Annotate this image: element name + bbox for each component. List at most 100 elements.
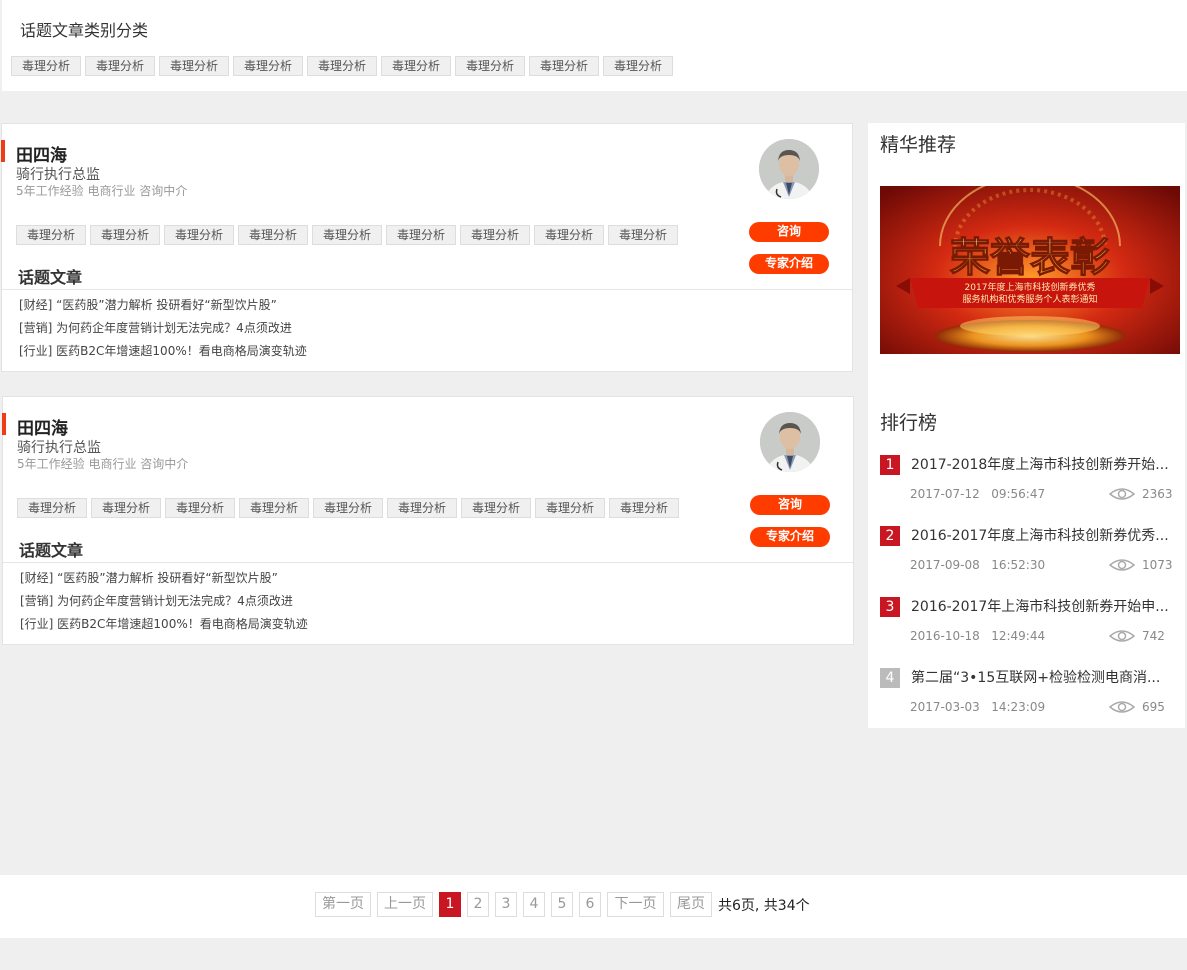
articles-section-title: 话题文章 [18,268,83,287]
category-tag[interactable]: 毒理分析 [307,56,377,76]
expert-tag[interactable]: 毒理分析 [238,225,308,245]
expert-tag[interactable]: 毒理分析 [609,498,679,518]
article-link[interactable]: [行业] 医药B2C年增速超100%！看电商格局演变轨迹 [20,616,308,639]
last-page-button[interactable]: 尾页 [670,892,712,917]
category-panel-title: 话题文章类别分类 [20,21,149,40]
consult-button[interactable]: 咨询 [750,495,830,515]
view-count: 1073 [1142,558,1173,572]
eye-icon [1109,488,1135,500]
ranking-item[interactable]: 4 第二届“3•15互联网+检验检测电商消... 2017-03-03 14:2… [880,666,1180,726]
page-number-current[interactable]: 1 [439,892,461,917]
expert-tag[interactable]: 毒理分析 [608,225,678,245]
ranking-item-title[interactable]: 2016-2017年度上海市科技创新券优秀... [911,525,1171,545]
view-count: 2363 [1142,487,1173,501]
expert-card: 田四海 骑行执行总监 5年工作经验 电商行业 咨询中介 毒理分析 毒理分析 毒理… [2,396,854,645]
article-list: [财经] “医药股”潜力解析 投研看好“新型饮片股” [营销] 为何药企年度营销… [20,570,308,639]
expert-tag[interactable]: 毒理分析 [165,498,235,518]
eye-icon [1109,701,1135,713]
category-tag[interactable]: 毒理分析 [455,56,525,76]
expert-tag[interactable]: 毒理分析 [312,225,382,245]
ranking-item-title[interactable]: 第二届“3•15互联网+检验检测电商消... [911,667,1171,687]
category-tag[interactable]: 毒理分析 [529,56,599,76]
expert-name[interactable]: 田四海 [16,141,67,166]
ranking-item[interactable]: 1 2017-2018年度上海市科技创新券开始... 2017-07-12 09… [880,453,1180,513]
articles-section-title: 话题文章 [19,541,84,560]
divider [3,562,853,563]
expert-tag[interactable]: 毒理分析 [16,225,86,245]
first-page-button[interactable]: 第一页 [315,892,371,917]
article-list: [财经] “医药股”潜力解析 投研看好“新型饮片股” [营销] 为何药企年度营销… [19,297,307,366]
category-tag[interactable]: 毒理分析 [381,56,451,76]
article-link[interactable]: [行业] 医药B2C年增速超100%！看电商格局演变轨迹 [19,343,307,366]
rank-number: 2 [880,526,900,546]
consult-button[interactable]: 咨询 [749,222,829,242]
card-accent-bar [1,140,5,162]
category-tag[interactable]: 毒理分析 [85,56,155,76]
ranking-item-datetime: 2016-10-18 12:49:44 [910,629,1046,643]
expert-tag[interactable]: 毒理分析 [461,498,531,518]
prev-page-button[interactable]: 上一页 [377,892,433,917]
page-number[interactable]: 2 [467,892,489,917]
ranking-item-title[interactable]: 2017-2018年度上海市科技创新券开始... [911,454,1171,474]
featured-title: 精华推荐 [880,134,957,156]
category-tag[interactable]: 毒理分析 [603,56,673,76]
expert-tag-list: 毒理分析 毒理分析 毒理分析 毒理分析 毒理分析 毒理分析 毒理分析 毒理分析 … [17,498,679,518]
expert-tag[interactable]: 毒理分析 [460,225,530,245]
expert-intro-button[interactable]: 专家介绍 [750,527,830,547]
ranking-item-title[interactable]: 2016-2017年上海市科技创新券开始申... [911,596,1171,616]
expert-tag[interactable]: 毒理分析 [164,225,234,245]
article-link[interactable]: [财经] “医药股”潜力解析 投研看好“新型饮片股” [19,297,307,320]
expert-tag-list: 毒理分析 毒理分析 毒理分析 毒理分析 毒理分析 毒理分析 毒理分析 毒理分析 … [16,225,678,245]
expert-tag[interactable]: 毒理分析 [313,498,383,518]
page-number[interactable]: 3 [495,892,517,917]
expert-card: 田四海 骑行执行总监 5年工作经验 电商行业 咨询中介 毒理分析 毒理分析 毒理… [1,123,853,372]
pagination-summary: 共6页, 共34个 [718,897,810,914]
eye-icon [1109,559,1135,571]
banner-subtitle-line1: 2017年度上海市科技创新券优秀 [965,281,1096,293]
card-accent-bar [2,413,6,435]
expert-tag[interactable]: 毒理分析 [90,225,160,245]
rank-number: 4 [880,668,900,688]
page-number[interactable]: 4 [523,892,545,917]
banner-subtitle-line2: 服务机构和优秀服务个人表彰通知 [962,293,1097,305]
page-number[interactable]: 5 [551,892,573,917]
eye-icon [1109,630,1135,642]
expert-name[interactable]: 田四海 [17,414,68,439]
sidebar: 精华推荐 荣誉表彰 2017年度上海市科技创新券优秀 服务机构和优秀服务个人表彰… [868,123,1185,728]
rank-number: 3 [880,597,900,617]
ranking-item[interactable]: 2 2016-2017年度上海市科技创新券优秀... 2017-09-08 16… [880,524,1180,584]
expert-position: 骑行执行总监 [16,167,100,183]
category-tag[interactable]: 毒理分析 [233,56,303,76]
expert-tag[interactable]: 毒理分析 [239,498,309,518]
expert-intro-button[interactable]: 专家介绍 [749,254,829,274]
page-number[interactable]: 6 [579,892,601,917]
expert-meta: 5年工作经验 电商行业 咨询中介 [16,184,188,198]
ranking-item[interactable]: 3 2016-2017年上海市科技创新券开始申... 2016-10-18 12… [880,595,1180,655]
view-count: 742 [1142,629,1165,643]
article-link[interactable]: [财经] “医药股”潜力解析 投研看好“新型饮片股” [20,570,308,593]
expert-tag[interactable]: 毒理分析 [534,225,604,245]
pagination-bar: 第一页 上一页 1 2 3 4 5 6 下一页 尾页 共6页, 共34个 [0,875,1187,938]
expert-avatar[interactable] [760,412,820,472]
next-page-button[interactable]: 下一页 [607,892,664,917]
article-link[interactable]: [营销] 为何药企年度营销计划无法完成？4点须改进 [20,593,308,616]
rank-number: 1 [880,455,900,475]
ranking-item-datetime: 2017-09-08 16:52:30 [910,558,1046,572]
article-link[interactable]: [营销] 为何药企年度营销计划无法完成？4点须改进 [19,320,307,343]
expert-tag[interactable]: 毒理分析 [91,498,161,518]
expert-avatar[interactable] [759,139,819,199]
category-tag[interactable]: 毒理分析 [11,56,81,76]
honor-banner[interactable]: 荣誉表彰 2017年度上海市科技创新券优秀 服务机构和优秀服务个人表彰通知 [880,186,1180,354]
banner-headline: 荣誉表彰 [950,235,1110,281]
expert-position: 骑行执行总监 [17,440,101,456]
category-tag[interactable]: 毒理分析 [159,56,229,76]
expert-tag[interactable]: 毒理分析 [386,225,456,245]
divider [2,289,852,290]
ranking-item-datetime: 2017-03-03 14:23:09 [910,700,1046,714]
expert-meta: 5年工作经验 电商行业 咨询中介 [17,457,189,471]
category-tag-list: 毒理分析 毒理分析 毒理分析 毒理分析 毒理分析 毒理分析 毒理分析 毒理分析 … [11,56,673,76]
pagination: 第一页 上一页 1 2 3 4 5 6 下一页 尾页 共6页, 共34个 [315,892,810,917]
expert-tag[interactable]: 毒理分析 [535,498,605,518]
expert-tag[interactable]: 毒理分析 [387,498,457,518]
expert-tag[interactable]: 毒理分析 [17,498,87,518]
